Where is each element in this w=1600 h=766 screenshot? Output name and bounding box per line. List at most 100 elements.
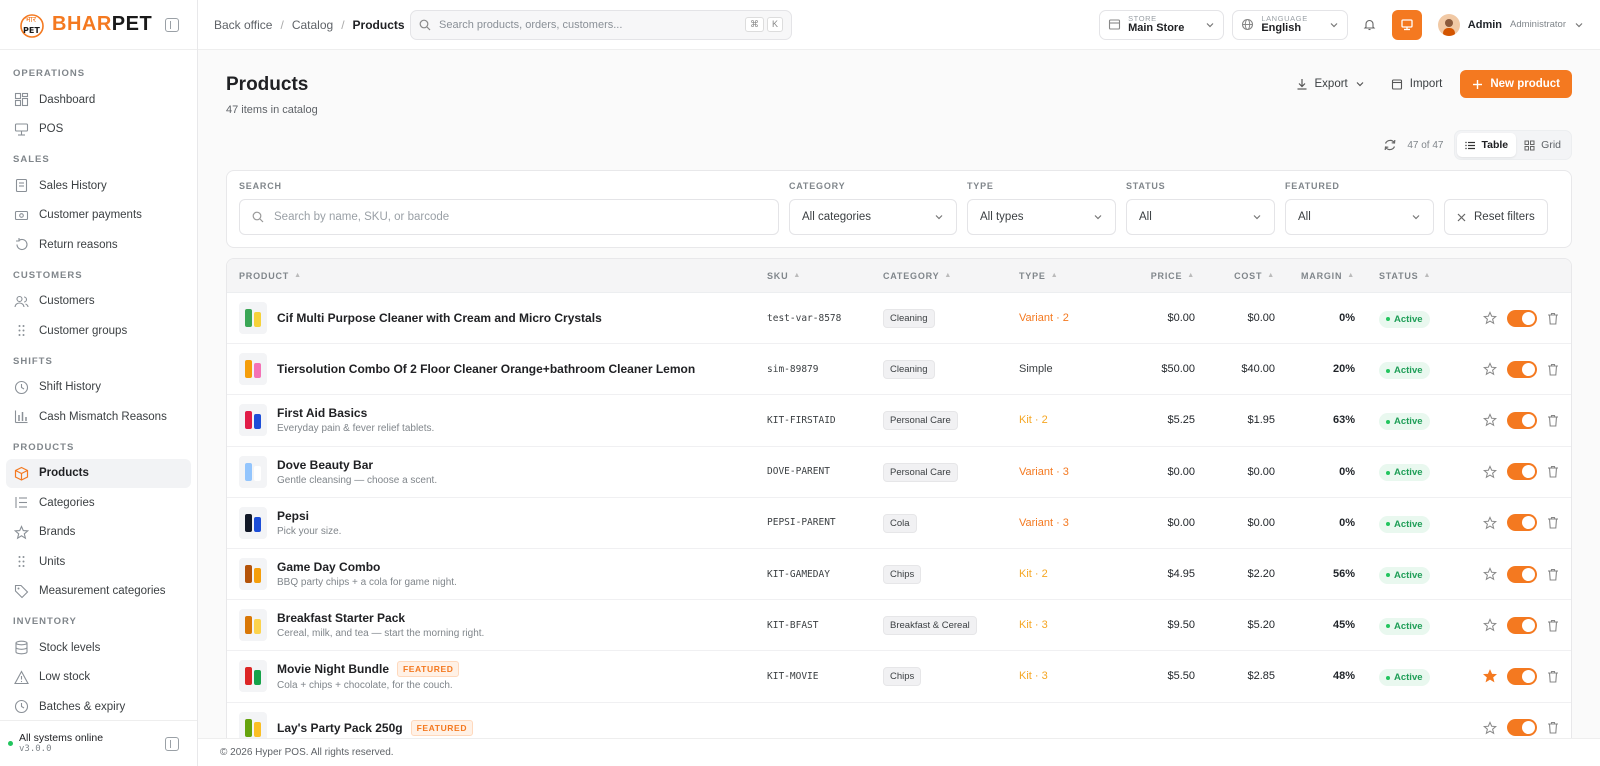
sidebar-item-pos[interactable]: POS	[6, 115, 191, 145]
star-icon[interactable]	[1483, 567, 1497, 581]
trash-icon[interactable]	[1547, 670, 1559, 683]
product-name[interactable]: Game Day Combo	[277, 560, 380, 574]
type-select[interactable]: All types	[967, 199, 1116, 235]
sidebar-item-return-reasons[interactable]: Return reasons	[6, 230, 191, 260]
column-header-type[interactable]: TYPE ▲	[1019, 271, 1109, 281]
product-name[interactable]: First Aid Basics	[277, 406, 367, 420]
sidebar-item-customers[interactable]: Customers	[6, 287, 191, 317]
star-icon[interactable]	[1483, 311, 1497, 325]
product-name[interactable]: Movie Night Bundle	[277, 662, 389, 676]
sidebar-collapse-icon[interactable]	[165, 17, 179, 32]
sort-icon: ▲	[944, 272, 953, 279]
reset-filters-button[interactable]: Reset filters	[1444, 199, 1548, 235]
store-selector[interactable]: STORE Main Store	[1099, 9, 1225, 40]
view-controls: 47 of 47 Table Grid	[226, 130, 1572, 160]
featured-select[interactable]: All	[1285, 199, 1434, 235]
active-toggle[interactable]	[1507, 411, 1537, 429]
product-name[interactable]: Breakfast Starter Pack	[277, 611, 405, 625]
star-icon[interactable]	[1483, 618, 1497, 632]
trash-icon[interactable]	[1547, 721, 1559, 734]
global-search-input[interactable]: Search products, orders, customers... ⌘ K	[410, 9, 792, 40]
sidebar-item-sales-history[interactable]: Sales History	[6, 171, 191, 201]
sidebar-item-stock-levels[interactable]: Stock levels	[6, 633, 191, 663]
sidebar-item-products[interactable]: Products	[6, 458, 191, 488]
trash-icon[interactable]	[1547, 568, 1559, 581]
export-button[interactable]: Export	[1288, 70, 1373, 98]
column-header-sku[interactable]: SKU ▲	[767, 271, 883, 281]
active-toggle[interactable]	[1507, 616, 1537, 634]
product-name[interactable]: Pepsi	[277, 509, 309, 523]
globe-icon	[1242, 18, 1254, 31]
product-name[interactable]: Tiersolution Combo Of 2 Floor Cleaner Or…	[277, 362, 695, 376]
trash-icon[interactable]	[1547, 465, 1559, 478]
trash-icon[interactable]	[1547, 312, 1559, 325]
product-search-input[interactable]: Search by name, SKU, or barcode	[239, 199, 779, 235]
table-row[interactable]: Dove Beauty Bar Gentle cleansing — choose…	[227, 447, 1571, 498]
active-toggle[interactable]	[1507, 719, 1537, 737]
table-row[interactable]: First Aid Basics Everyday pain & fever re…	[227, 395, 1571, 447]
product-type: Kit · 3	[1019, 619, 1048, 632]
column-header-price[interactable]: PRICE ▲	[1109, 271, 1195, 281]
sidebar-item-measurement-categories[interactable]: Measurement categories	[6, 577, 191, 607]
star-icon[interactable]	[1483, 362, 1497, 376]
trash-icon[interactable]	[1547, 363, 1559, 376]
column-header-cost[interactable]: COST ▲	[1195, 271, 1275, 281]
table-row[interactable]: Cif Multi Purpose Cleaner with Cream and…	[227, 293, 1571, 345]
user-menu[interactable]: Admin Administrator	[1437, 13, 1584, 36]
sidebar-item-units[interactable]: Units	[6, 547, 191, 577]
language-selector[interactable]: LANGUAGE English	[1232, 9, 1348, 40]
star-icon[interactable]	[1483, 464, 1497, 479]
product-name[interactable]: Lay's Party Pack 250g	[277, 721, 403, 735]
sidebar-toggle-icon[interactable]	[165, 736, 179, 751]
brand-logo[interactable]: भार PET BHARPET	[18, 11, 152, 39]
notifications-bell-icon[interactable]	[1356, 11, 1384, 39]
sidebar-item-categories[interactable]: Categories	[6, 488, 191, 518]
users-icon	[14, 294, 29, 309]
star-icon[interactable]	[1483, 515, 1497, 530]
page-subtitle: 47 items in catalog	[226, 104, 318, 116]
sidebar-item-shift-history[interactable]: Shift History	[6, 373, 191, 403]
active-toggle[interactable]	[1507, 667, 1537, 685]
table-view-button[interactable]: Table	[1456, 133, 1517, 157]
breadcrumb-back-office[interactable]: Back office	[214, 18, 272, 32]
active-toggle[interactable]	[1507, 514, 1537, 532]
active-toggle[interactable]	[1507, 565, 1537, 583]
status-select[interactable]: All	[1126, 199, 1275, 235]
sidebar-item-cash-mismatch-reasons[interactable]: Cash Mismatch Reasons	[6, 402, 191, 432]
sidebar-item-customer-payments[interactable]: Customer payments	[6, 201, 191, 231]
open-pos-button[interactable]	[1391, 9, 1422, 40]
active-toggle[interactable]	[1507, 463, 1537, 481]
star-icon[interactable]	[1483, 413, 1497, 427]
sidebar-item-batches-expiry[interactable]: Batches & expiry	[6, 692, 191, 720]
star-filled-icon[interactable]	[1483, 669, 1497, 683]
table-row[interactable]: Pepsi Pick your size. PEPSI-PARENT Cola Vari…	[227, 498, 1571, 549]
category-select[interactable]: All categories	[789, 199, 957, 235]
breadcrumb-catalog[interactable]: Catalog	[292, 18, 333, 32]
product-thumbnail	[239, 609, 267, 642]
table-row[interactable]: Tiersolution Combo Of 2 Floor Cleaner Or…	[227, 344, 1571, 396]
sidebar-item-brands[interactable]: Brands	[6, 518, 191, 548]
column-header-margin[interactable]: MARGIN ▲	[1275, 271, 1355, 281]
sidebar-item-dashboard[interactable]: Dashboard	[6, 85, 191, 115]
box-icon	[14, 466, 29, 481]
column-header-status[interactable]: STATUS ▲	[1355, 271, 1455, 281]
product-name[interactable]: Dove Beauty Bar	[277, 458, 373, 472]
trash-icon[interactable]	[1547, 414, 1559, 427]
sidebar-item-low-stock[interactable]: Low stock	[6, 663, 191, 693]
table-row[interactable]: Movie Night Bundle FEATURED Cola + chips +…	[227, 651, 1571, 703]
star-icon[interactable]	[1483, 720, 1497, 735]
new-product-button[interactable]: New product	[1460, 70, 1572, 98]
column-header-category[interactable]: CATEGORY ▲	[883, 271, 1019, 281]
grid-view-button[interactable]: Grid	[1516, 133, 1569, 157]
table-row[interactable]: Game Day Combo BBQ party chips + a cola f…	[227, 549, 1571, 601]
trash-icon[interactable]	[1547, 619, 1559, 632]
refresh-icon[interactable]	[1383, 138, 1397, 152]
trash-icon[interactable]	[1547, 516, 1559, 529]
active-toggle[interactable]	[1507, 360, 1537, 378]
product-name[interactable]: Cif Multi Purpose Cleaner with Cream and…	[277, 311, 602, 325]
import-button[interactable]: Import	[1383, 70, 1451, 98]
sidebar-item-customer-groups[interactable]: Customer groups	[6, 316, 191, 346]
table-row[interactable]: Breakfast Starter Pack Cereal, milk, and …	[227, 600, 1571, 652]
column-header-product[interactable]: PRODUCT ▲	[227, 271, 767, 281]
active-toggle[interactable]	[1507, 309, 1537, 327]
